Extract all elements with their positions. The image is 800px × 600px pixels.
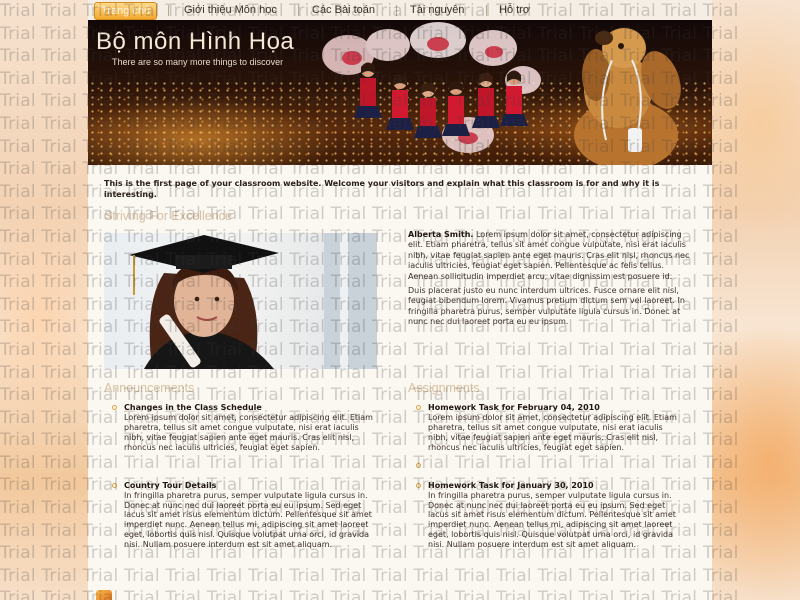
site-title: Bộ môn Hình Họa	[96, 28, 295, 55]
announcements-title: Announcements	[104, 381, 195, 395]
bullet-icon	[112, 482, 117, 488]
assignments-title: Assignments	[408, 381, 480, 395]
intro-text: This is the first page of your classroom…	[104, 179, 660, 199]
assignment-title[interactable]: Homework Task for January 30, 2010	[428, 481, 684, 491]
announcement-body: Lorem ipsum dolor sit amet, consectetur …	[124, 413, 373, 452]
nav-separator	[486, 5, 487, 16]
page: Trang chủ Giới thiệu Môn học Các Bài toá…	[88, 0, 712, 600]
announcements-list: Changes in the Class Schedule Lorem ipsu…	[104, 403, 380, 558]
puppy-image	[574, 28, 681, 165]
rss-icon[interactable]	[96, 590, 112, 600]
bio-name: Alberta Smith.	[408, 230, 474, 239]
announcement-title[interactable]: Changes in the Class Schedule	[124, 403, 380, 413]
assignment-title[interactable]: Homework Task for February 04, 2010	[428, 403, 684, 413]
nav-item-problems[interactable]: Các Bài toán	[306, 2, 381, 18]
assignments-list: Homework Task for February 04, 2010 Lore…	[408, 403, 684, 558]
bullet-icon	[416, 405, 421, 410]
bullet-icon	[416, 482, 421, 488]
nav-separator	[396, 5, 397, 16]
list-item: Changes in the Class Schedule Lorem ipsu…	[104, 403, 380, 453]
announcement-body: In fringilla pharetra purus, semper vulp…	[124, 490, 372, 550]
site-subtitle: There are so many more things to discove…	[112, 57, 284, 67]
nav-item-home[interactable]: Trang chủ	[94, 2, 158, 20]
featured-bio: Alberta Smith. Lorem ipsum dolor sit ame…	[408, 230, 696, 332]
list-item: Homework Task for January 30, 2010 In fr…	[408, 481, 684, 550]
nav-separator	[168, 5, 169, 16]
nav-item-support[interactable]: Hỗ trợ	[493, 2, 536, 18]
assignment-body: In fringilla pharetra purus, semper vulp…	[428, 490, 676, 550]
assignment-body: Lorem ipsum dolor sit amet, consectetur …	[428, 413, 677, 452]
featured-title: Striving For Excellence	[104, 209, 232, 223]
graduate-photo	[104, 233, 377, 369]
list-item: Country Tour Details In fringilla pharet…	[104, 481, 380, 550]
nav-item-course-intro[interactable]: Giới thiệu Môn học	[178, 2, 283, 18]
header-banner: Bộ môn Hình Họa There are so many more t…	[88, 20, 712, 165]
bullet-icon	[112, 405, 117, 410]
announcement-title[interactable]: Country Tour Details	[124, 481, 380, 491]
cheerleaders-image	[322, 22, 541, 153]
bio-paragraph-2: Duis placerat justo eu nunc interdum ult…	[408, 286, 685, 327]
nav-item-resources[interactable]: Tài nguyên	[404, 2, 470, 18]
top-nav: Trang chủ Giới thiệu Môn học Các Bài toá…	[88, 0, 712, 20]
nav-separator	[298, 5, 299, 16]
list-spacer	[408, 461, 684, 473]
list-spacer	[104, 461, 380, 473]
list-item: Homework Task for February 04, 2010 Lore…	[408, 403, 684, 453]
bullet-icon	[416, 462, 421, 468]
bio-paragraph-1: Alberta Smith. Lorem ipsum dolor sit ame…	[408, 230, 696, 282]
